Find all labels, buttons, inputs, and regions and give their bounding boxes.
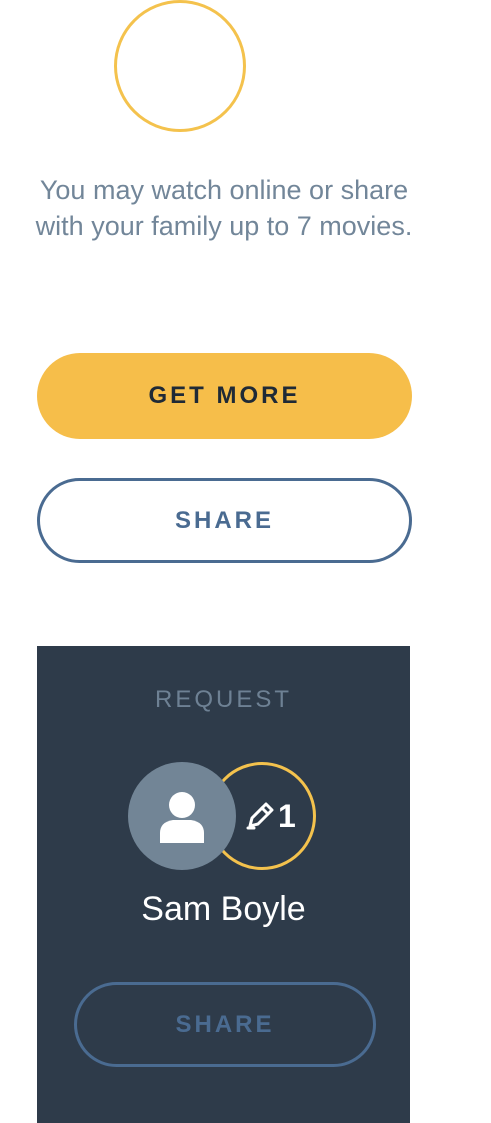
- user-silhouette-icon: [160, 792, 204, 843]
- get-more-button[interactable]: GET MORE: [37, 353, 412, 439]
- info-text: You may watch online or share with your …: [35, 175, 413, 241]
- avatar: [128, 762, 236, 870]
- request-share-button[interactable]: SHARE: [74, 982, 376, 1067]
- request-count: 1: [278, 798, 296, 834]
- share-button[interactable]: SHARE: [37, 478, 412, 563]
- request-card-title: REQUEST: [154, 686, 292, 713]
- movie-count-ring-icon: [114, 0, 246, 132]
- pencil-ticket-icon: [246, 802, 274, 830]
- request-card: REQUEST 1 Sam Boyle SHARE: [37, 646, 410, 1123]
- requester-name: Sam Boyle: [141, 890, 306, 928]
- requester-avatar-group: 1: [128, 762, 318, 872]
